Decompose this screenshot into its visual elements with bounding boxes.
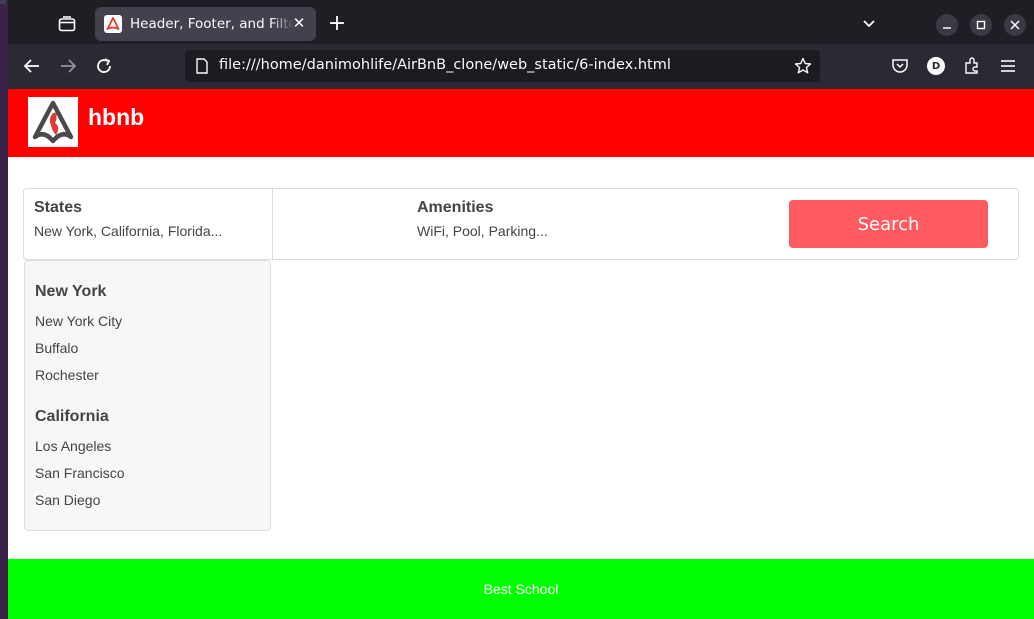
- list-item[interactable]: Rochester: [35, 367, 99, 383]
- browser-window: Header, Footer, and Filters ✕ + file:///…: [8, 0, 1034, 619]
- airbnb-logo-icon: [28, 97, 78, 147]
- extensions-icon[interactable]: [962, 56, 982, 76]
- states-summary: New York, California, Florida...: [34, 223, 223, 239]
- site-footer: Best School: [8, 559, 1034, 619]
- url-text: file:///home/danimohlife/AirBnB_clone/we…: [219, 57, 671, 73]
- desktop-background: [0, 0, 8, 619]
- list-all-tabs-icon[interactable]: [860, 16, 878, 32]
- states-popover: New York New York City Buffalo Rochester…: [24, 260, 271, 531]
- maximize-icon[interactable]: [970, 14, 992, 36]
- close-window-icon[interactable]: [1004, 14, 1026, 36]
- list-item[interactable]: San Francisco: [35, 465, 124, 481]
- list-item[interactable]: Los Angeles: [35, 438, 111, 454]
- page-viewport: hbnb States New York, California, Florid…: [8, 89, 1034, 619]
- brand-name: hbnb: [88, 104, 145, 130]
- tab-title: Header, Footer, and Filters: [130, 16, 295, 32]
- reload-icon[interactable]: [94, 56, 114, 76]
- list-item[interactable]: New York City: [35, 313, 122, 329]
- tab-active[interactable]: Header, Footer, and Filters ✕: [95, 7, 316, 41]
- amenities-title: Amenities: [417, 199, 494, 216]
- forward-arrow-icon[interactable]: [58, 56, 78, 76]
- states-filter[interactable]: States New York, California, Florida...: [24, 189, 273, 259]
- footer-text: Best School: [483, 581, 559, 597]
- minimize-icon[interactable]: [936, 14, 958, 36]
- new-tab-icon[interactable]: +: [326, 13, 348, 36]
- navigation-toolbar: file:///home/danimohlife/AirBnB_clone/we…: [8, 44, 1034, 89]
- states-title: States: [34, 199, 83, 216]
- list-item[interactable]: Buffalo: [35, 340, 78, 356]
- search-button[interactable]: Search: [789, 200, 988, 248]
- popover-state-heading: New York: [35, 283, 107, 300]
- back-arrow-icon[interactable]: [22, 56, 42, 76]
- airbnb-favicon-icon: [104, 15, 122, 33]
- popover-state-heading: California: [35, 408, 109, 425]
- hamburger-menu-icon[interactable]: [998, 56, 1018, 76]
- amenities-summary: WiFi, Pool, Parking...: [417, 223, 548, 239]
- pocket-icon[interactable]: [890, 56, 910, 76]
- close-tab-icon[interactable]: ✕: [290, 14, 308, 32]
- page-icon: [195, 58, 209, 74]
- account-avatar[interactable]: D: [927, 57, 945, 75]
- filters-bar: States New York, California, Florida... …: [23, 188, 1019, 260]
- bookmark-star-icon[interactable]: [794, 57, 812, 75]
- address-bar[interactable]: file:///home/danimohlife/AirBnB_clone/we…: [185, 50, 820, 82]
- site-header: hbnb: [8, 89, 1034, 157]
- list-item[interactable]: San Diego: [35, 492, 100, 508]
- firefox-view-icon[interactable]: [58, 16, 76, 32]
- tab-bar: Header, Footer, and Filters ✕ +: [8, 4, 1034, 44]
